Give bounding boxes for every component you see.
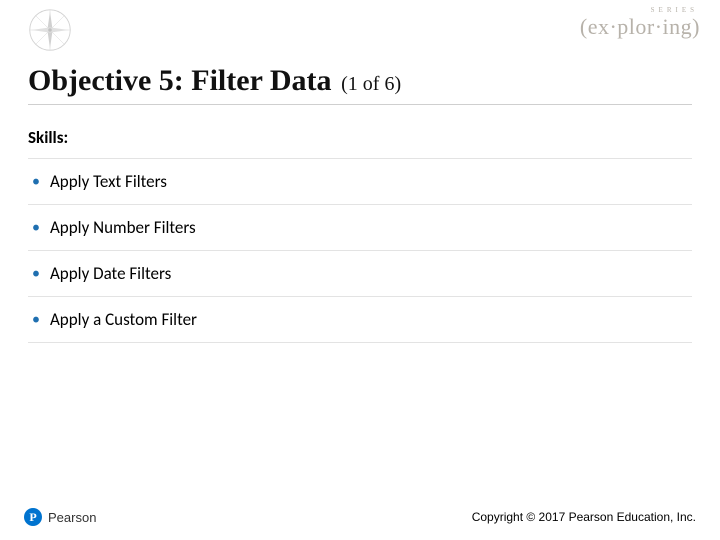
list-item: Apply Text Filters [28,159,692,205]
slide-title: Objective 5: Filter Data [28,64,332,97]
skills-heading: Skills: [28,127,692,159]
list-item: Apply Number Filters [28,205,692,251]
publisher-name: Pearson [48,510,96,525]
list-item: Apply a Custom Filter [28,297,692,343]
slide-header: SERIES (ex·plor·ing) [0,0,720,56]
brand-series: SERIES [580,6,698,14]
exploring-logo: SERIES (ex·plor·ing) [580,8,700,42]
brand-word: (ex·plor·ing) [580,14,700,39]
pearson-p-icon: P [24,508,42,526]
publisher-logo: P Pearson [24,508,96,526]
compass-icon [28,8,72,52]
slide-footer: P Pearson Copyright © 2017 Pearson Educa… [0,508,720,526]
skills-list: Apply Text Filters Apply Number Filters … [28,159,692,343]
copyright-text: Copyright © 2017 Pearson Education, Inc. [472,510,696,524]
list-item: Apply Date Filters [28,251,692,297]
slide-count: (1 of 6) [341,73,401,95]
slide-title-row: Objective 5: Filter Data (1 of 6) [28,64,692,105]
